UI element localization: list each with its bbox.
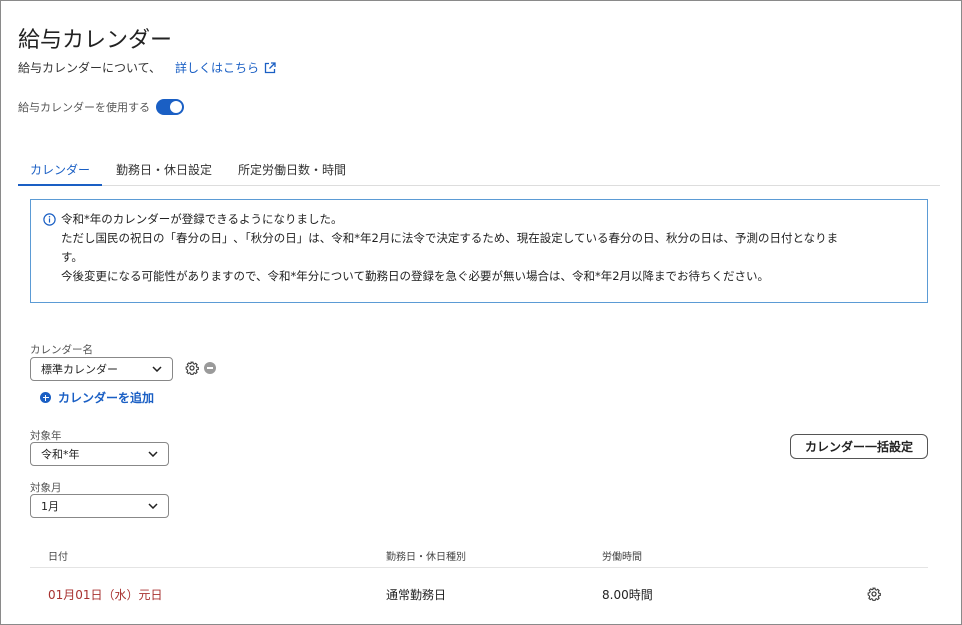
calendar-name-select[interactable]: 標準カレンダー [30,357,173,381]
calendar-bulk-settings-button[interactable]: カレンダー一括設定 [790,434,928,459]
tab-calendar[interactable]: カレンダー [18,152,103,186]
row-date: 01月01日（水）元日 [48,588,163,602]
target-year-value: 令和*年 [41,448,80,461]
target-month-select[interactable]: 1月 [30,494,169,518]
add-calendar-button[interactable]: カレンダーを追加 [40,389,154,406]
tab-scheduled-hours[interactable]: 所定労働日数・時間 [226,152,358,186]
target-year-select[interactable]: 令和*年 [30,442,169,466]
add-calendar-label: カレンダーを追加 [58,391,155,405]
calendar-name-label: カレンダー名 [30,344,93,356]
window-frame [0,0,962,625]
plus-circle-icon [40,392,51,403]
use-calendar-toggle[interactable] [156,99,184,115]
details-link[interactable]: 詳しくはこちら [175,59,276,76]
table-header: 日付 勤務日・休日種別 労働時間 [30,540,928,568]
details-link-label: 詳しくはこちら [175,61,260,75]
about-line: 給与カレンダーについて、 詳しくはこちら [18,59,276,76]
tab-bar: カレンダー 勤務日・休日設定 所定労働日数・時間 [18,152,940,186]
notice-line: 今後変更になる可能性がありますので、令和*年分について勤務日の登録を急ぐ必要が無… [61,269,770,283]
row-hours: 8.00時間 [602,588,653,602]
target-year-label: 対象年 [30,430,62,442]
column-header-date: 日付 [48,552,68,563]
notice-line: す。 [61,250,83,264]
calendar-settings-gear-icon[interactable] [185,361,199,375]
chevron-down-icon [152,366,162,372]
about-text: 給与カレンダーについて、 [18,61,162,75]
page-title: 給与カレンダー [18,28,173,53]
chevron-down-icon [148,503,158,509]
row-type: 通常勤務日 [386,588,447,602]
info-notice: 令和*年のカレンダーが登録できるようになりました。 ただし国民の祝日の「春分の日… [30,199,928,303]
chevron-down-icon [148,451,158,457]
info-icon [43,213,56,226]
target-month-value: 1月 [41,500,59,513]
remove-calendar-icon[interactable] [204,362,216,374]
target-month-label: 対象月 [30,482,62,494]
use-calendar-row: 給与カレンダーを使用する [18,99,184,115]
use-calendar-label: 給与カレンダーを使用する [18,101,150,114]
column-header-hours: 労働時間 [602,552,642,563]
tab-workday-settings[interactable]: 勤務日・休日設定 [104,152,224,186]
table-row: 01月01日（水）元日 通常勤務日 8.00時間 [30,568,928,618]
calendar-name-value: 標準カレンダー [41,363,118,376]
row-settings-gear-icon[interactable] [867,587,881,601]
notice-line: ただし国民の祝日の「春分の日」､「秋分の日」は、令和*年2月に法令で決定するため… [61,231,839,245]
external-link-icon [264,61,276,73]
notice-line: 令和*年のカレンダーが登録できるようになりました。 [61,212,343,226]
column-header-type: 勤務日・休日種別 [386,552,466,563]
